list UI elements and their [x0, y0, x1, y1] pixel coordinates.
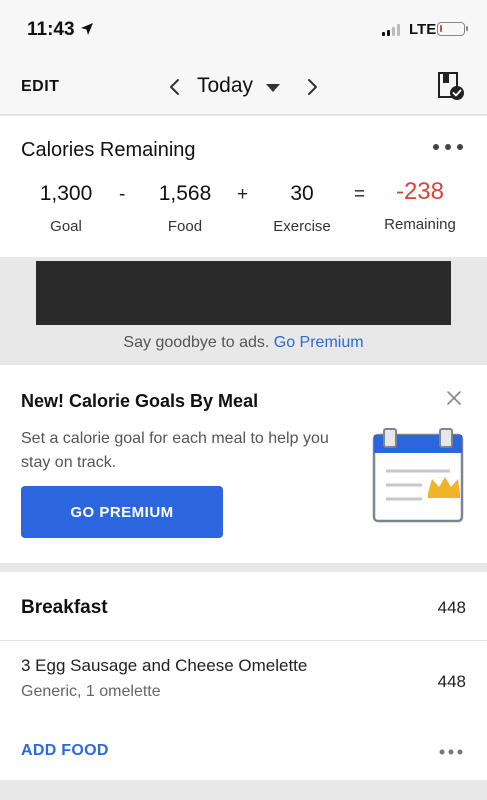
- breakfast-card: Breakfast 448 3 Egg Sausage and Cheese O…: [0, 572, 487, 780]
- status-time: 11:43: [27, 19, 75, 40]
- equals-operator: =: [354, 184, 366, 205]
- exercise-label: Exercise: [273, 218, 331, 235]
- calories-title: Calories Remaining: [21, 139, 196, 161]
- cellular-signal-icon: [382, 24, 400, 36]
- promo-title: New! Calorie Goals By Meal: [21, 391, 259, 411]
- goal-value: 1,300: [39, 182, 93, 205]
- chevron-right-icon[interactable]: [302, 77, 322, 97]
- go-premium-link[interactable]: Go Premium: [274, 334, 364, 351]
- exercise-value: 30: [290, 182, 314, 205]
- date-selector[interactable]: Today: [197, 74, 253, 98]
- minus-operator: -: [119, 184, 126, 205]
- food-label: Food: [167, 218, 203, 235]
- go-premium-button[interactable]: GO PREMIUM: [21, 486, 223, 538]
- meal-calories: 448: [437, 598, 466, 617]
- more-horizontal-icon[interactable]: [432, 142, 464, 152]
- close-icon[interactable]: [446, 390, 462, 406]
- exercise-column: 30 Exercise: [266, 182, 338, 235]
- nav-bar: EDIT Today: [0, 60, 487, 115]
- food-detail: Generic, 1 omelette: [21, 683, 161, 700]
- promo-description: Set a calorie goal for each meal to help…: [21, 430, 329, 471]
- goal-label: Goal: [50, 218, 82, 235]
- meal-title: Breakfast: [21, 597, 108, 618]
- network-type: LTE: [409, 21, 437, 38]
- caret-down-icon[interactable]: [266, 84, 280, 92]
- diary-complete-icon[interactable]: [437, 71, 465, 101]
- promo-card: New! Calorie Goals By Meal Set a calorie…: [0, 365, 487, 563]
- calories-remaining-card: Calories Remaining 1,300 Goal - 1,568 Fo…: [0, 116, 487, 257]
- food-entry[interactable]: 3 Egg Sausage and Cheese Omelette Generi…: [0, 642, 487, 712]
- location-arrow-icon: [81, 23, 93, 35]
- plus-operator: +: [237, 184, 249, 205]
- remaining-label: Remaining: [384, 216, 456, 233]
- remaining-column: -238 Remaining: [379, 178, 461, 233]
- edit-button[interactable]: EDIT: [21, 78, 59, 96]
- calendar-crown-icon: [372, 428, 464, 523]
- goal-column: 1,300 Goal: [30, 182, 102, 235]
- ad-banner[interactable]: [36, 261, 451, 325]
- food-calories: 448: [437, 672, 466, 691]
- food-name: 3 Egg Sausage and Cheese Omelette: [21, 656, 308, 675]
- meal-header[interactable]: Breakfast 448: [0, 572, 487, 641]
- battery-icon: [437, 22, 468, 36]
- status-bar: 11:43 LTE: [0, 0, 487, 60]
- remaining-value: -238: [395, 178, 445, 205]
- chevron-left-icon[interactable]: [165, 77, 185, 97]
- add-food-button[interactable]: ADD FOOD: [21, 742, 109, 760]
- ad-message: Say goodbye to ads. Go Premium: [0, 334, 487, 352]
- ad-text: Say goodbye to ads.: [123, 334, 270, 351]
- food-column: 1,568 Food: [147, 182, 223, 235]
- food-value: 1,568: [158, 182, 212, 205]
- battery-level: [440, 25, 442, 32]
- more-horizontal-icon[interactable]: [438, 748, 464, 756]
- ad-section: Say goodbye to ads. Go Premium: [0, 258, 487, 364]
